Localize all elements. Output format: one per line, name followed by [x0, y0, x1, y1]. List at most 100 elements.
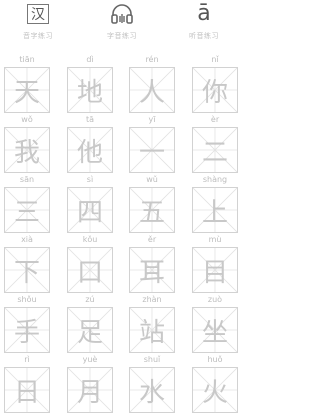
character-card[interactable]: kǒu 口 [67, 234, 113, 294]
hanzi-box-icon: 汉 [27, 0, 49, 28]
character-card[interactable]: ěr 耳 [129, 234, 175, 294]
character-row: xià 下 kǒu 口 ěr 耳 mù 目 [4, 234, 240, 294]
tianzige-box: 口 [67, 247, 113, 293]
character-card[interactable]: tā 他 [67, 114, 113, 174]
hanzi-character: 耳 [138, 257, 165, 288]
tianzige-box: 足 [67, 307, 113, 353]
character-card[interactable]: nǐ 你 [192, 54, 238, 114]
hanzi-character: 上 [201, 197, 228, 228]
pinyin-label: nǐ [211, 55, 219, 64]
character-card[interactable]: tiān 天 [4, 54, 50, 114]
hanzi-character: 月 [76, 377, 103, 408]
pinyin-label: yī [148, 115, 156, 124]
pinyin-label: shuǐ [143, 355, 161, 364]
pinyin-label: rì [24, 355, 30, 364]
character-card[interactable]: sì 四 [67, 174, 113, 234]
tianzige-box: 上 [192, 187, 238, 233]
pinyin-label: ěr [147, 235, 157, 244]
character-row: sān 三 sì 四 wǔ 五 shàng 上 [4, 174, 240, 234]
pinyin-label: tā [85, 115, 95, 124]
hanzi-character: 日 [13, 377, 40, 408]
listening-practice-label: 听音练习 [189, 32, 219, 40]
hanzi-character: 四 [76, 197, 103, 228]
hanzi-character: 一 [138, 137, 165, 168]
hanzi-character: 下 [13, 257, 40, 288]
character-card[interactable]: mù 目 [192, 234, 238, 294]
character-card[interactable]: huǒ 火 [192, 354, 238, 414]
character-card[interactable]: shàng 上 [192, 174, 238, 234]
hanzi-character: 目 [201, 257, 228, 288]
hanzi-practice-button[interactable]: 汉 音字练习 [8, 0, 68, 44]
headphones-icon [109, 0, 135, 28]
tianzige-box: 天 [4, 67, 50, 113]
character-card[interactable]: rén 人 [129, 54, 175, 114]
character-card[interactable]: xià 下 [4, 234, 50, 294]
listening-practice-button[interactable]: ā 听音练习 [174, 0, 234, 44]
tianzige-box: 火 [192, 367, 238, 413]
tianzige-box: 地 [67, 67, 113, 113]
character-card[interactable]: shuǐ 水 [129, 354, 175, 414]
character-row: tiān 天 dì 地 rén 人 nǐ 你 [4, 54, 240, 114]
pronunciation-practice-label: 字音练习 [107, 32, 137, 40]
character-card[interactable]: shǒu 手 [4, 294, 50, 354]
hanzi-character: 人 [138, 77, 165, 108]
tianzige-box: 水 [129, 367, 175, 413]
hanzi-character: 足 [76, 317, 103, 348]
pinyin-label: mù [208, 235, 222, 244]
pinyin-label: dì [86, 55, 94, 64]
hanzi-character: 三 [13, 197, 40, 228]
tianzige-box: 你 [192, 67, 238, 113]
hanzi-character: 坐 [201, 317, 228, 348]
character-card[interactable]: yuè 月 [67, 354, 113, 414]
character-card[interactable]: zuò 坐 [192, 294, 238, 354]
tianzige-box: 坐 [192, 307, 238, 353]
character-card[interactable]: dì 地 [67, 54, 113, 114]
tianzige-box: 他 [67, 127, 113, 173]
character-card[interactable]: wǒ 我 [4, 114, 50, 174]
hanzi-character: 你 [201, 77, 228, 108]
tianzige-box: 人 [129, 67, 175, 113]
hanzi-character: 手 [13, 317, 40, 348]
practice-toolbar: 汉 音字练习 字音练习 ā 听音练习 [0, 0, 240, 44]
tianzige-box: 五 [129, 187, 175, 233]
pronunciation-practice-button[interactable]: 字音练习 [92, 0, 152, 44]
pinyin-label: yuè [82, 355, 98, 364]
hanzi-practice-label: 音字练习 [23, 32, 53, 40]
pinyin-label: zhàn [142, 295, 162, 304]
tianzige-box: 一 [129, 127, 175, 173]
tianzige-box: 我 [4, 127, 50, 173]
pinyin-label: sì [86, 175, 94, 184]
pinyin-label: huǒ [207, 355, 223, 364]
tianzige-box: 耳 [129, 247, 175, 293]
tone-letter-icon: ā [197, 1, 211, 26]
pinyin-label: wǒ [21, 115, 33, 124]
pinyin-label: kǒu [82, 235, 98, 244]
character-card[interactable]: zú 足 [67, 294, 113, 354]
pinyin-label: shǒu [17, 295, 37, 304]
character-card[interactable]: sān 三 [4, 174, 50, 234]
hanzi-character: 水 [138, 377, 165, 408]
pinyin-label: rén [145, 55, 159, 64]
character-card[interactable]: zhàn 站 [129, 294, 175, 354]
character-card[interactable]: èr 二 [192, 114, 238, 174]
pinyin-label: shàng [202, 175, 228, 184]
pinyin-label: èr [210, 115, 220, 124]
hanzi-character: 天 [13, 77, 40, 108]
hanzi-character: 地 [76, 77, 103, 108]
character-row: shǒu 手 zú 足 zhàn 站 zuò 坐 [4, 294, 240, 354]
tianzige-box: 三 [4, 187, 50, 233]
hanzi-character: 二 [201, 137, 228, 168]
character-card[interactable]: rì 日 [4, 354, 50, 414]
character-card[interactable]: wǔ 五 [129, 174, 175, 234]
tianzige-box: 下 [4, 247, 50, 293]
hanzi-character: 火 [201, 377, 228, 408]
tianzige-box: 目 [192, 247, 238, 293]
tianzige-box: 四 [67, 187, 113, 233]
hanzi-character: 五 [138, 197, 165, 228]
tianzige-box: 二 [192, 127, 238, 173]
pinyin-label: xià [21, 235, 33, 244]
hanzi-character: 口 [76, 257, 103, 288]
hanzi-character: 我 [13, 137, 40, 168]
pinyin-label: tiān [19, 55, 35, 64]
character-card[interactable]: yī 一 [129, 114, 175, 174]
